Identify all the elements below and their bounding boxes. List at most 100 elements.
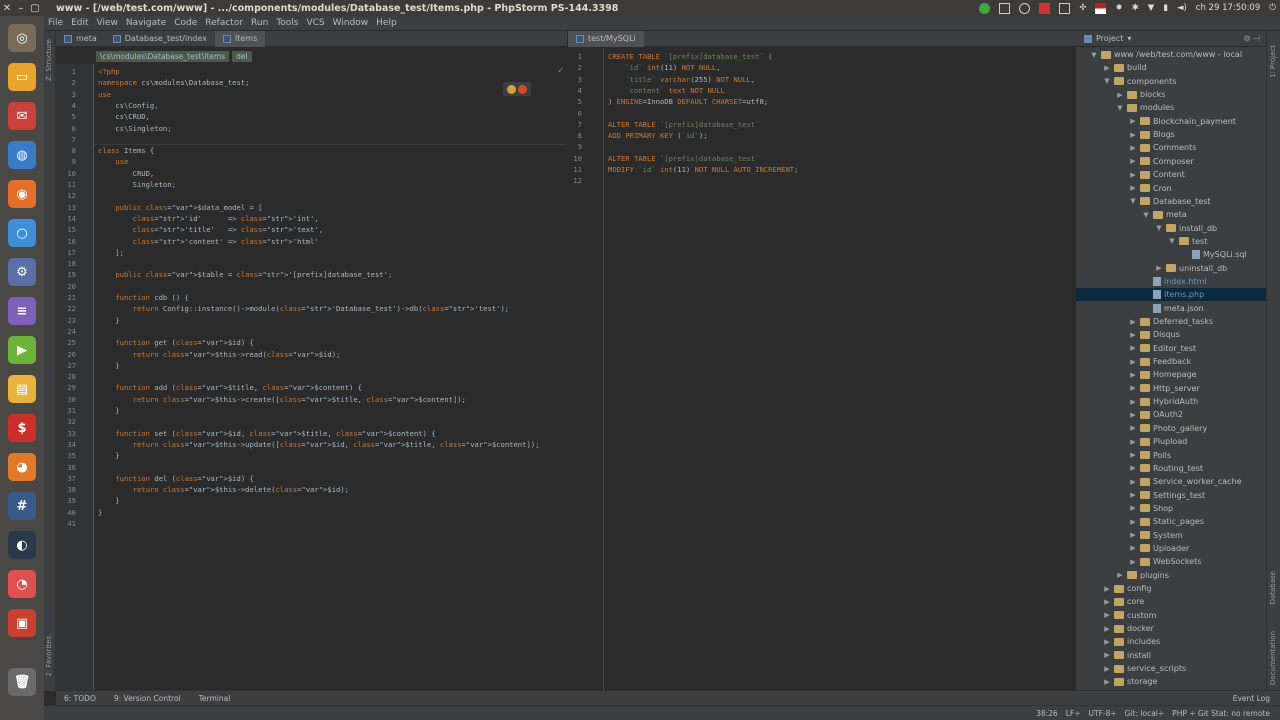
chevron-down-icon[interactable]: ▼: [1116, 104, 1124, 112]
camera-icon[interactable]: [1059, 2, 1071, 14]
update-icon[interactable]: [979, 2, 991, 14]
project-tree-item[interactable]: ▶ Service_worker_cache: [1076, 475, 1266, 488]
chevron-down-icon[interactable]: ▼: [1129, 197, 1137, 205]
launcher-item[interactable]: ▶: [6, 332, 38, 368]
project-tree-item[interactable]: ▶ Cron: [1076, 182, 1266, 195]
chevron-right-icon[interactable]: ▶: [1129, 184, 1137, 192]
status-item[interactable]: 38:26: [1036, 709, 1058, 718]
project-tree-item[interactable]: ▼ www /web/test.com/www - local: [1076, 48, 1266, 61]
chevron-right-icon[interactable]: ▶: [1103, 598, 1111, 606]
project-tree-item[interactable]: ▶ Blockchain_payment: [1076, 115, 1266, 128]
project-tree-item[interactable]: ▼ components: [1076, 75, 1266, 88]
menu-file[interactable]: File: [48, 18, 63, 28]
monitor-icon[interactable]: [999, 2, 1011, 14]
launcher-item[interactable]: ◐: [6, 527, 38, 563]
chevron-right-icon[interactable]: ▶: [1129, 157, 1137, 165]
menu-view[interactable]: View: [97, 18, 118, 28]
project-tree-item[interactable]: ▶ Photo_gallery: [1076, 422, 1266, 435]
chevron-right-icon[interactable]: ▶: [1129, 144, 1137, 152]
event-log-button[interactable]: Event Log: [1233, 694, 1270, 703]
project-tree-item[interactable]: ▶ includes: [1076, 635, 1266, 648]
chevron-down-icon[interactable]: ▼: [1168, 237, 1176, 245]
project-panel-title[interactable]: Project: [1096, 34, 1123, 43]
project-tree-item[interactable]: ▶ Deferred_tasks: [1076, 315, 1266, 328]
launcher-item[interactable]: ◔: [6, 566, 38, 602]
project-tree-item[interactable]: ▶ Content: [1076, 168, 1266, 181]
project-tree-item[interactable]: ▶ Settings_test: [1076, 489, 1266, 502]
menu-edit[interactable]: Edit: [71, 18, 88, 28]
chevron-right-icon[interactable]: ▶: [1129, 411, 1137, 419]
project-tree-item[interactable]: ▶ core: [1076, 595, 1266, 608]
chevron-right-icon[interactable]: ▶: [1103, 64, 1111, 72]
menu-tools[interactable]: Tools: [276, 18, 298, 28]
menu-help[interactable]: Help: [376, 18, 397, 28]
project-tree-item[interactable]: ▶ Polls: [1076, 449, 1266, 462]
favorites-tool-tab[interactable]: 2: Favorites: [45, 636, 53, 677]
chevron-right-icon[interactable]: ▶: [1103, 625, 1111, 633]
status-item[interactable]: PHP ÷ Git Stat: no remote: [1172, 709, 1270, 718]
documentation-tool-tab[interactable]: Documentation: [1269, 631, 1277, 685]
project-tree-item[interactable]: index.html: [1076, 275, 1266, 288]
project-tree-item[interactable]: ▶ Blogs: [1076, 128, 1266, 141]
project-tree-item[interactable]: ▶ Composer: [1076, 155, 1266, 168]
project-tree-item[interactable]: ▶ service_scripts: [1076, 662, 1266, 675]
wifi-icon[interactable]: ▼: [1148, 3, 1155, 13]
launcher-item[interactable]: ◎: [6, 20, 38, 56]
chevron-right-icon[interactable]: ▶: [1129, 478, 1137, 486]
trash-icon[interactable]: 🗑: [6, 664, 38, 700]
chevron-right-icon[interactable]: ▶: [1103, 651, 1111, 659]
project-tree-item[interactable]: ▶ OAuth2: [1076, 408, 1266, 421]
chevron-right-icon[interactable]: ▶: [1129, 344, 1137, 352]
clock-text[interactable]: сh 29 17:50:09: [1196, 3, 1260, 13]
editor-tab[interactable]: test/MySQLi: [568, 30, 644, 47]
database-tool-tab[interactable]: Database: [1269, 571, 1277, 604]
project-tree-item[interactable]: ▶ storage: [1076, 675, 1266, 688]
chevron-down-icon[interactable]: ▼: [1103, 77, 1111, 85]
structure-tool-tab[interactable]: Z: Structure: [45, 39, 53, 81]
chevron-right-icon[interactable]: ▶: [1129, 371, 1137, 379]
chevron-down-icon[interactable]: ▼: [1090, 51, 1098, 59]
project-tree-item[interactable]: ▶ uninstall_db: [1076, 262, 1266, 275]
menu-vcs[interactable]: VCS: [306, 18, 324, 28]
firefox-preview-icon[interactable]: [518, 84, 527, 94]
project-panel-gear-icon[interactable]: ⚙ ⊣: [1243, 34, 1260, 43]
project-tree-item[interactable]: ▶ plugins: [1076, 569, 1266, 582]
chrome-icon[interactable]: [507, 84, 516, 94]
dropbox-icon[interactable]: ✣: [1079, 3, 1086, 13]
project-tree-item[interactable]: ▶ install: [1076, 649, 1266, 662]
chevron-right-icon[interactable]: ▶: [1155, 264, 1163, 272]
project-tree-item[interactable]: ▶ blocks: [1076, 88, 1266, 101]
project-tree-item[interactable]: ▼ test: [1076, 235, 1266, 248]
chevron-right-icon[interactable]: ▶: [1129, 558, 1137, 566]
project-tree-item[interactable]: ▶ WebSockets: [1076, 555, 1266, 568]
chevron-right-icon[interactable]: ▶: [1129, 531, 1137, 539]
project-tree-item[interactable]: ▶ HybridAuth: [1076, 395, 1266, 408]
keyboard-layout-icon[interactable]: [1095, 2, 1107, 14]
chevron-right-icon[interactable]: ▶: [1103, 611, 1111, 619]
launcher-item[interactable]: ⚙: [6, 254, 38, 290]
project-tree-item[interactable]: ▶ Plupload: [1076, 435, 1266, 448]
chevron-right-icon[interactable]: ▶: [1129, 117, 1137, 125]
gear-icon[interactable]: ✸: [1115, 3, 1122, 13]
launcher-item[interactable]: ◍: [6, 137, 38, 173]
power-icon[interactable]: ⏻: [1269, 3, 1276, 13]
project-tree-item[interactable]: ▶ Editor_test: [1076, 342, 1266, 355]
chevron-right-icon[interactable]: ▶: [1103, 665, 1111, 673]
project-tree-item[interactable]: ▶ Comments: [1076, 141, 1266, 154]
project-tree-item[interactable]: ▼ install_db: [1076, 222, 1266, 235]
chevron-right-icon[interactable]: ▶: [1129, 491, 1137, 499]
launcher-item[interactable]: #: [6, 488, 38, 524]
launcher-item[interactable]: $: [6, 410, 38, 446]
chevron-right-icon[interactable]: ▶: [1116, 571, 1124, 579]
chevron-right-icon[interactable]: ▶: [1129, 451, 1137, 459]
chevron-right-icon[interactable]: ▶: [1116, 91, 1124, 99]
chevron-right-icon[interactable]: ▶: [1129, 398, 1137, 406]
bottom-tool-2[interactable]: Terminal: [199, 694, 231, 703]
chevron-right-icon[interactable]: ▶: [1103, 678, 1111, 686]
chevron-right-icon[interactable]: ▶: [1129, 518, 1137, 526]
breadcrumb-method[interactable]: del: [232, 50, 252, 62]
close-window-icon[interactable]: ✕: [0, 3, 14, 14]
bluetooth-icon[interactable]: ✱: [1132, 3, 1139, 13]
status-item[interactable]: Git: local÷: [1125, 709, 1165, 718]
menu-window[interactable]: Window: [333, 18, 369, 28]
